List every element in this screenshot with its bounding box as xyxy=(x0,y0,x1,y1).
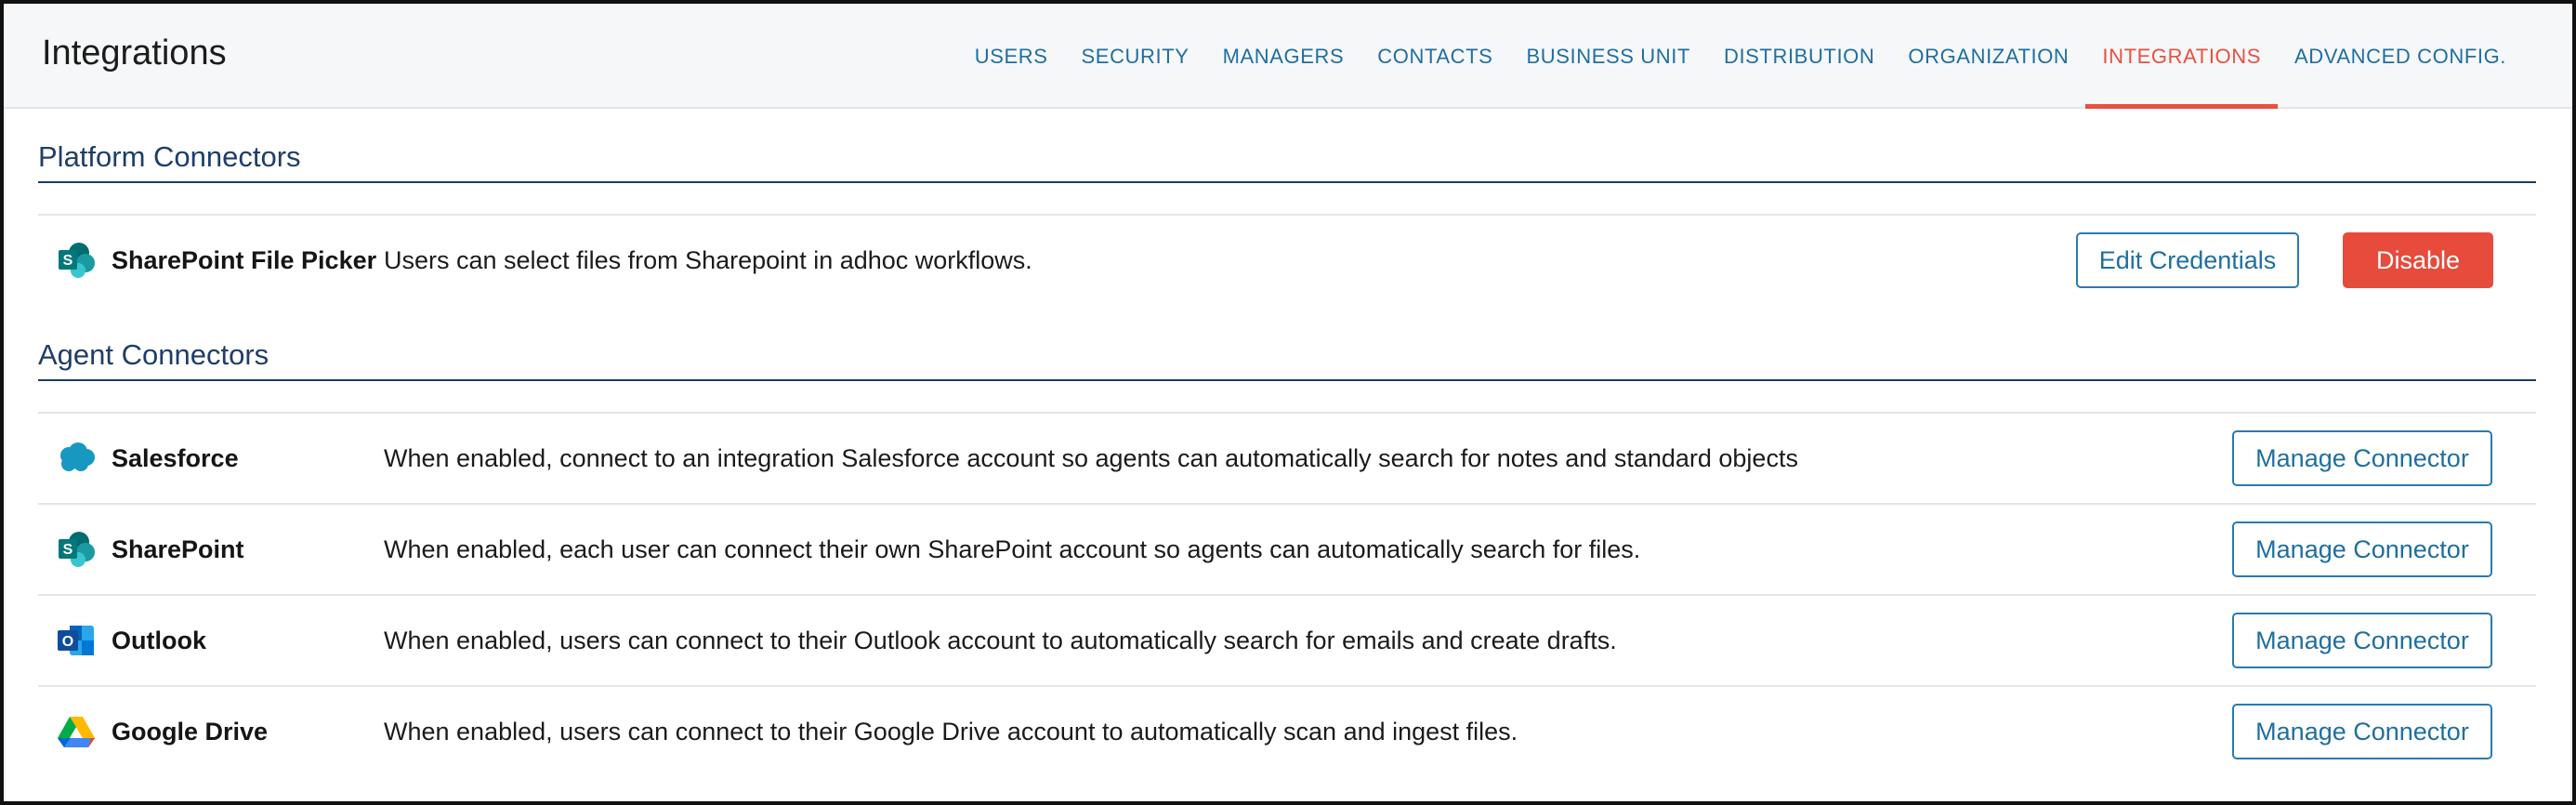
connector-name: Outlook xyxy=(112,627,206,654)
connector-row-sharepoint: S SharePoint When enabled, each user can… xyxy=(38,503,2536,592)
nav-tabs: USERS SECURITY MANAGERS CONTACTS BUSINES… xyxy=(958,4,2523,109)
connector-name: Google Drive xyxy=(112,718,269,746)
tab-business-unit[interactable]: BUSINESS UNIT xyxy=(1509,4,1707,109)
platform-connectors-heading: Platform Connectors xyxy=(38,140,2536,183)
connector-description: When enabled, users can connect to their… xyxy=(384,718,1518,746)
manage-connector-button[interactable]: Manage Connector xyxy=(2232,704,2492,759)
sharepoint-icon: S xyxy=(57,531,96,568)
connector-row-sharepoint-file-picker: S SharePoint File Picker Users can selec… xyxy=(38,214,2536,303)
connector-description: When enabled, connect to an integration … xyxy=(384,444,1798,472)
connector-row-salesforce: Salesforce When enabled, connect to an i… xyxy=(38,412,2536,501)
edit-credentials-button[interactable]: Edit Credentials xyxy=(2076,232,2299,288)
manage-connector-button[interactable]: Manage Connector xyxy=(2232,430,2492,486)
manage-connector-button[interactable]: Manage Connector xyxy=(2232,613,2492,668)
connector-description: When enabled, each user can connect thei… xyxy=(384,535,1641,563)
tab-distribution[interactable]: DISTRIBUTION xyxy=(1707,4,1891,109)
connector-row-google-drive: Google Drive When enabled, users can con… xyxy=(38,685,2536,774)
agent-connectors-heading: Agent Connectors xyxy=(38,338,2536,381)
tab-security[interactable]: SECURITY xyxy=(1065,4,1206,109)
tab-integrations[interactable]: INTEGRATIONS xyxy=(2085,4,2278,109)
connector-row-outlook: O Outlook When enabled, users can connec… xyxy=(38,594,2536,683)
tab-advanced-config[interactable]: ADVANCED CONFIG. xyxy=(2278,4,2523,109)
disable-button[interactable]: Disable xyxy=(2343,232,2493,288)
top-header: Integrations USERS SECURITY MANAGERS CON… xyxy=(4,4,2572,109)
page-title: Integrations xyxy=(42,33,227,73)
connector-description: When enabled, users can connect to their… xyxy=(384,627,1617,654)
connector-name: Salesforce xyxy=(112,444,239,472)
svg-text:S: S xyxy=(63,542,73,558)
tab-users[interactable]: USERS xyxy=(958,4,1065,109)
outlook-icon: O xyxy=(57,622,96,659)
sharepoint-icon: S xyxy=(57,242,96,279)
svg-text:O: O xyxy=(62,634,73,650)
tab-organization[interactable]: ORGANIZATION xyxy=(1891,4,2085,109)
connector-name: SharePoint File Picker xyxy=(112,246,377,274)
connector-description: Users can select files from Sharepoint i… xyxy=(384,246,1032,274)
tab-managers[interactable]: MANAGERS xyxy=(1206,4,1361,109)
salesforce-icon xyxy=(57,440,96,477)
manage-connector-button[interactable]: Manage Connector xyxy=(2232,521,2492,577)
google-drive-icon xyxy=(57,713,96,750)
tab-contacts[interactable]: CONTACTS xyxy=(1360,4,1509,109)
svg-text:S: S xyxy=(63,253,73,269)
connector-name: SharePoint xyxy=(112,535,244,563)
